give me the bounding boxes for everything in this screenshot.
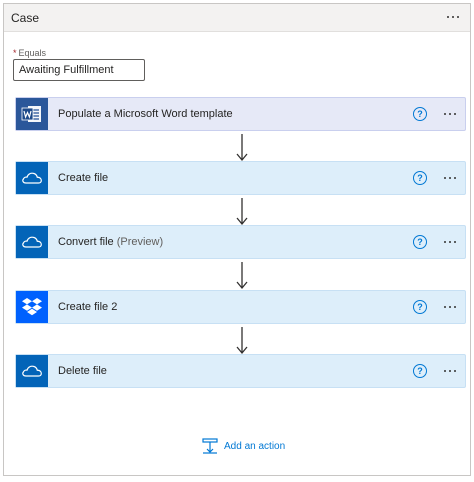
step-title: Create file bbox=[58, 172, 109, 184]
help-icon[interactable]: ? bbox=[413, 171, 427, 185]
step-title: Convert file (Preview) bbox=[58, 236, 164, 248]
step-title: Populate a Microsoft Word template bbox=[58, 108, 233, 120]
case-header[interactable]: Case bbox=[4, 4, 470, 32]
equals-label: * Equals bbox=[13, 48, 46, 58]
case-card: Case * Equals Awaiting Fulfillment Popula… bbox=[3, 3, 471, 476]
ellipsis-icon bbox=[444, 370, 456, 372]
step-title: Create file 2 bbox=[58, 301, 118, 313]
word-icon bbox=[16, 98, 48, 130]
required-mark: * bbox=[13, 48, 17, 58]
flow-arrow-icon bbox=[236, 198, 248, 226]
add-action-button[interactable]: Add an action bbox=[202, 438, 285, 454]
case-title: Case bbox=[11, 11, 40, 25]
step-populate-word-template[interactable]: Populate a Microsoft Word template ? bbox=[15, 97, 466, 131]
step-delete-file[interactable]: Delete file ? bbox=[15, 354, 466, 388]
flow-arrow-icon bbox=[236, 262, 248, 290]
help-icon[interactable]: ? bbox=[413, 300, 427, 314]
onedrive-icon bbox=[16, 162, 48, 194]
dropbox-icon bbox=[16, 291, 48, 323]
ellipsis-icon bbox=[444, 241, 456, 243]
onedrive-icon bbox=[16, 226, 48, 258]
ellipsis-icon bbox=[444, 113, 456, 115]
step-more-options-button[interactable] bbox=[439, 103, 461, 125]
add-action-label: Add an action bbox=[224, 440, 286, 452]
step-more-options-button[interactable] bbox=[439, 360, 461, 382]
case-more-options-button[interactable] bbox=[442, 6, 464, 28]
help-icon[interactable]: ? bbox=[413, 107, 427, 121]
preview-tag: (Preview) bbox=[116, 236, 164, 248]
flow-arrow-icon bbox=[236, 134, 248, 162]
onedrive-icon bbox=[16, 355, 48, 387]
ellipsis-icon bbox=[444, 177, 456, 179]
equals-field[interactable]: Awaiting Fulfillment bbox=[13, 59, 145, 81]
step-more-options-button[interactable] bbox=[439, 167, 461, 189]
step-create-file[interactable]: Create file ? bbox=[15, 161, 466, 195]
step-title: Delete file bbox=[58, 365, 107, 377]
step-more-options-button[interactable] bbox=[439, 231, 461, 253]
help-icon[interactable]: ? bbox=[413, 364, 427, 378]
ellipsis-icon bbox=[444, 306, 456, 308]
flow-arrow-icon bbox=[236, 327, 248, 355]
help-icon[interactable]: ? bbox=[413, 235, 427, 249]
step-more-options-button[interactable] bbox=[439, 296, 461, 318]
add-action-icon bbox=[202, 438, 218, 454]
step-convert-file[interactable]: Convert file (Preview) ? bbox=[15, 225, 466, 259]
step-create-file-2[interactable]: Create file 2 ? bbox=[15, 290, 466, 324]
ellipsis-icon bbox=[447, 16, 459, 18]
equals-label-text: Equals bbox=[18, 48, 47, 58]
